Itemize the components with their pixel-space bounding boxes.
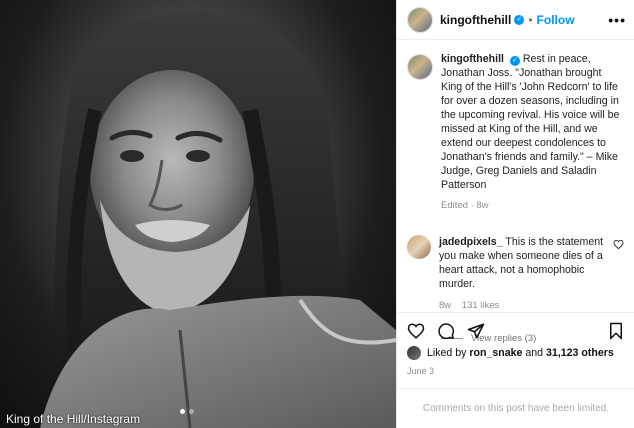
photo-credit: King of the Hill/Instagram [6,412,141,426]
post-photo[interactable]: King of the Hill/Instagram [0,0,396,428]
post-header: kingofthehill ✓ • Follow ••• [397,0,634,40]
comment-age: 8w [439,300,452,311]
liker-avatar[interactable] [407,346,421,360]
comment-likes[interactable]: 131 likes [462,300,500,311]
more-icon[interactable]: ••• [608,12,626,28]
caption-username[interactable]: kingofthehill [441,53,504,65]
carousel-dots[interactable] [180,409,194,414]
comment-heart-icon[interactable] [613,239,624,313]
likes-count[interactable]: 31,123 others [546,347,614,359]
follow-button[interactable]: Follow [537,13,575,27]
post-date[interactable]: June 3 [407,366,434,376]
share-icon[interactable] [467,322,485,340]
verified-icon: ✓ [514,14,525,25]
caption-avatar[interactable] [407,54,433,80]
caption-text: Rest in peace, Jonathan Joss. "Jonathan … [441,53,620,191]
commenter-avatar[interactable] [407,235,431,259]
comment-icon[interactable] [437,322,455,340]
save-icon[interactable] [607,322,625,340]
header-username[interactable]: kingofthehill [440,13,511,27]
post-side-panel: kingofthehill ✓ • Follow ••• kingofthehi… [396,0,634,428]
comment-username[interactable]: jadedpixels_ [439,236,503,248]
account-avatar[interactable] [407,6,433,33]
caption-meta: Edited · 8w [441,200,489,211]
header-separator: • [528,12,533,27]
comments-limited-notice: Comments on this post have been limited. [397,388,634,428]
post-caption: kingofthehill ✓ Rest in peace, Jonathan … [397,40,634,213]
heart-icon[interactable] [407,322,425,340]
likes-summary: Liked by ron_snake and 31,123 others [407,346,614,360]
verified-icon: ✓ [509,56,520,66]
likes-and: and [525,347,544,359]
comment-item: jadedpixels_ This is the statement you m… [397,213,634,313]
liker-username[interactable]: ron_snake [469,347,522,359]
portrait-image [40,10,396,428]
likes-prefix: Liked by [427,347,467,359]
post-actions-bar [397,312,634,342]
